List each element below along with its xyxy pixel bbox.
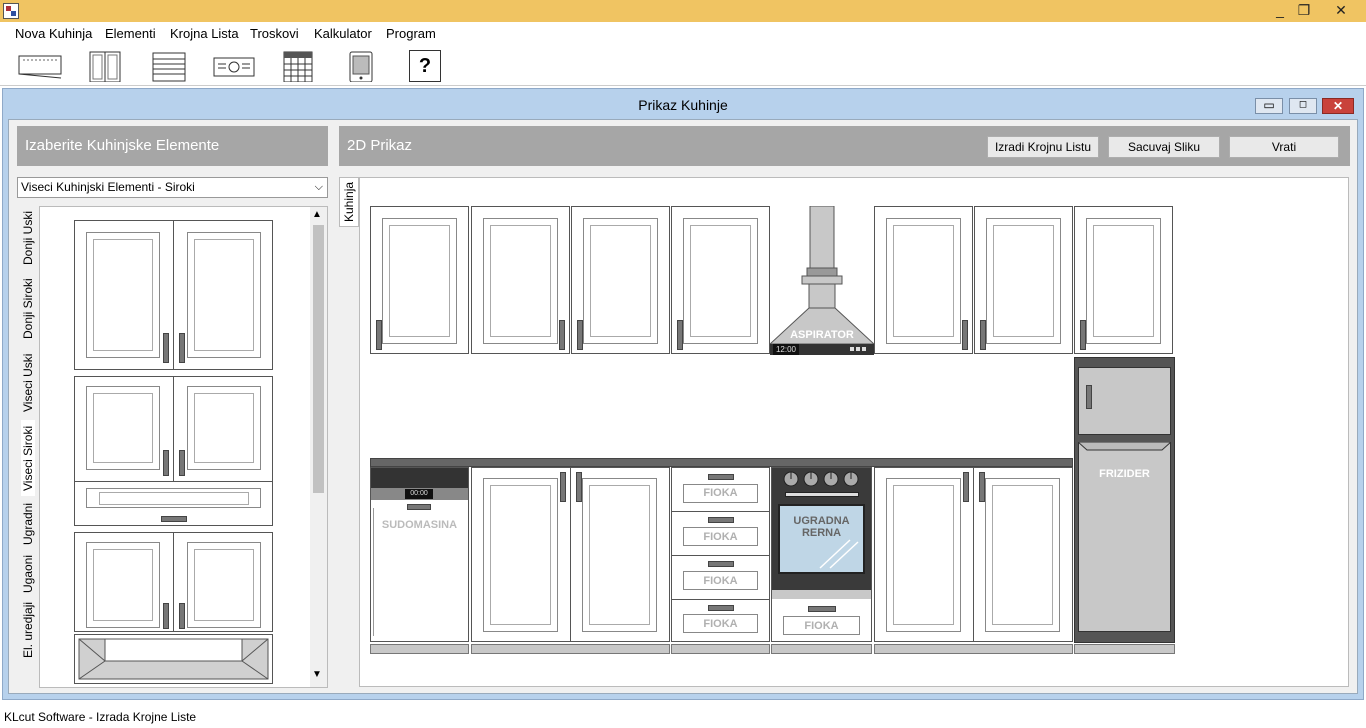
hood-clock: 12:00 <box>773 344 799 355</box>
element-napa-sanduk[interactable] <box>74 634 273 684</box>
wall-cabinet[interactable] <box>1074 206 1173 354</box>
dishwasher-clock: 00:00 <box>405 489 433 499</box>
wall-cabinet[interactable] <box>874 206 973 354</box>
chevron-down-icon: ⌵ <box>314 181 323 193</box>
dropdown-value: Viseci Kuhinjski Elementi - Siroki <box>21 180 195 194</box>
countertop <box>370 458 1073 467</box>
fridge-label: FRIZIDER <box>1099 468 1150 480</box>
plinth <box>471 644 670 654</box>
hood-label: ASPIRATOR <box>790 329 854 341</box>
dishwasher-label: SUDOMASINA <box>381 519 458 531</box>
scroll-down-icon[interactable]: ▼ <box>312 669 322 680</box>
built-in-oven[interactable]: UGRADNA RERNA FIOKA <box>771 467 872 642</box>
plinth <box>1074 644 1175 654</box>
menu-krojna-lista[interactable]: Krojna Lista <box>170 26 239 41</box>
element-type-dropdown[interactable]: Viseci Kuhinjski Elementi - Siroki ⌵ <box>17 177 328 198</box>
costs-tool-icon[interactable] <box>212 50 258 82</box>
drawer-label: FIOKA <box>804 620 839 632</box>
wall-cabinet[interactable] <box>974 206 1073 354</box>
back-button[interactable]: Vrati <box>1229 136 1339 158</box>
plinth <box>874 644 1073 654</box>
base-cabinet-double[interactable] <box>874 467 1073 642</box>
toolbar: ? <box>0 46 1366 86</box>
base-cabinet-double[interactable] <box>471 467 670 642</box>
menu-bar: Nova Kuhinja Elementi Krojna Lista Trosk… <box>0 22 1366 46</box>
element-list: ▲ ▼ <box>39 206 328 688</box>
drawer-label: FIOKA <box>703 575 738 587</box>
tab-kuhinja[interactable]: Kuhinja <box>339 177 359 227</box>
tab-ugradni[interactable]: Ugradni <box>21 500 35 548</box>
kitchen-canvas: ASPIRATOR 12:00 00:00 SUDOMASINA FIOKA F… <box>359 177 1349 687</box>
menu-troskovi[interactable]: Troskovi <box>250 26 299 41</box>
scroll-up-icon[interactable]: ▲ <box>312 209 322 220</box>
create-cutlist-button[interactable]: Izradi Krojnu Listu <box>987 136 1099 158</box>
tab-viseci-siroki[interactable]: Viseci Siroki <box>21 420 35 496</box>
tab-donji-siroki[interactable]: Donji Siroki <box>21 272 35 346</box>
range-hood[interactable]: ASPIRATOR 12:00 <box>770 206 874 356</box>
app-titlebar: _ ❐ ✕ <box>0 0 1366 22</box>
save-image-button[interactable]: Sacuvaj Sliku <box>1108 136 1220 158</box>
element-tabs: Donji Uski Donji Siroki Viseci Uski Vise… <box>17 206 39 686</box>
child-minimize-button[interactable]: ▭ <box>1255 98 1283 114</box>
menu-nova-kuhinja[interactable]: Nova Kuhinja <box>15 26 92 41</box>
tab-el-uredjaji[interactable]: El. uredjaji <box>21 600 35 660</box>
right-panel-title: 2D Prikaz <box>347 137 413 154</box>
drawer-unit[interactable]: FIOKA FIOKA FIOKA FIOKA <box>671 467 770 642</box>
tab-viseci-uski[interactable]: Viseci Uski <box>21 350 35 416</box>
drawer-label: FIOKA <box>703 487 738 499</box>
wall-cabinet[interactable] <box>370 206 469 354</box>
element-viseci-2-vrata[interactable] <box>74 220 273 370</box>
refrigerator[interactable]: FRIZIDER <box>1074 357 1175 643</box>
plinth <box>370 644 469 654</box>
element-viseci-2-vrata-fioka[interactable] <box>74 376 273 526</box>
drawer-label: FIOKA <box>703 531 738 543</box>
left-panel-title: Izaberite Kuhinjske Elemente <box>17 126 328 166</box>
elements-tool-icon[interactable] <box>85 50 131 83</box>
wall-cabinet[interactable] <box>471 206 570 354</box>
close-button[interactable]: ✕ <box>1326 0 1356 20</box>
menu-elementi[interactable]: Elementi <box>105 26 156 41</box>
wall-cabinet[interactable] <box>671 206 770 354</box>
child-window: Prikaz Kuhinje ▭ ◻ ✕ Izaberite Kuhinjske… <box>2 88 1364 700</box>
wall-cabinet[interactable] <box>571 206 670 354</box>
tab-ugaoni[interactable]: Ugaoni <box>21 552 35 596</box>
maximize-button[interactable]: ❐ <box>1289 0 1319 20</box>
menu-program[interactable]: Program <box>386 26 436 41</box>
oven-label-2: RERNA <box>801 527 842 539</box>
dishwasher[interactable]: 00:00 SUDOMASINA <box>370 467 469 642</box>
plinth <box>671 644 770 654</box>
element-list-scrollbar[interactable]: ▲ ▼ <box>310 207 327 687</box>
app-icon <box>3 3 19 19</box>
new-kitchen-tool-icon[interactable] <box>17 50 63 82</box>
tab-donji-uski[interactable]: Donji Uski <box>21 208 35 268</box>
scrollbar-thumb[interactable] <box>313 225 324 493</box>
child-maximize-button[interactable]: ◻ <box>1289 98 1317 114</box>
cutlist-tool-icon[interactable] <box>150 50 196 82</box>
child-close-button[interactable]: ✕ <box>1322 98 1354 114</box>
plinth <box>771 644 872 654</box>
drawer-label: FIOKA <box>703 618 738 630</box>
child-content: Izaberite Kuhinjske Elemente Viseci Kuhi… <box>8 119 1358 694</box>
program-tool-icon[interactable] <box>348 50 394 83</box>
child-window-title: Prikaz Kuhinje <box>638 97 728 113</box>
calculator-tool-icon[interactable] <box>282 50 328 83</box>
menu-kalkulator[interactable]: Kalkulator <box>314 26 372 41</box>
help-tool-icon[interactable]: ? <box>409 50 441 82</box>
oven-label-1: UGRADNA <box>793 515 850 527</box>
status-text: KLcut Software - Izrada Krojne Liste <box>4 710 197 724</box>
element-viseci-2-vrata-kratki[interactable] <box>74 532 273 632</box>
